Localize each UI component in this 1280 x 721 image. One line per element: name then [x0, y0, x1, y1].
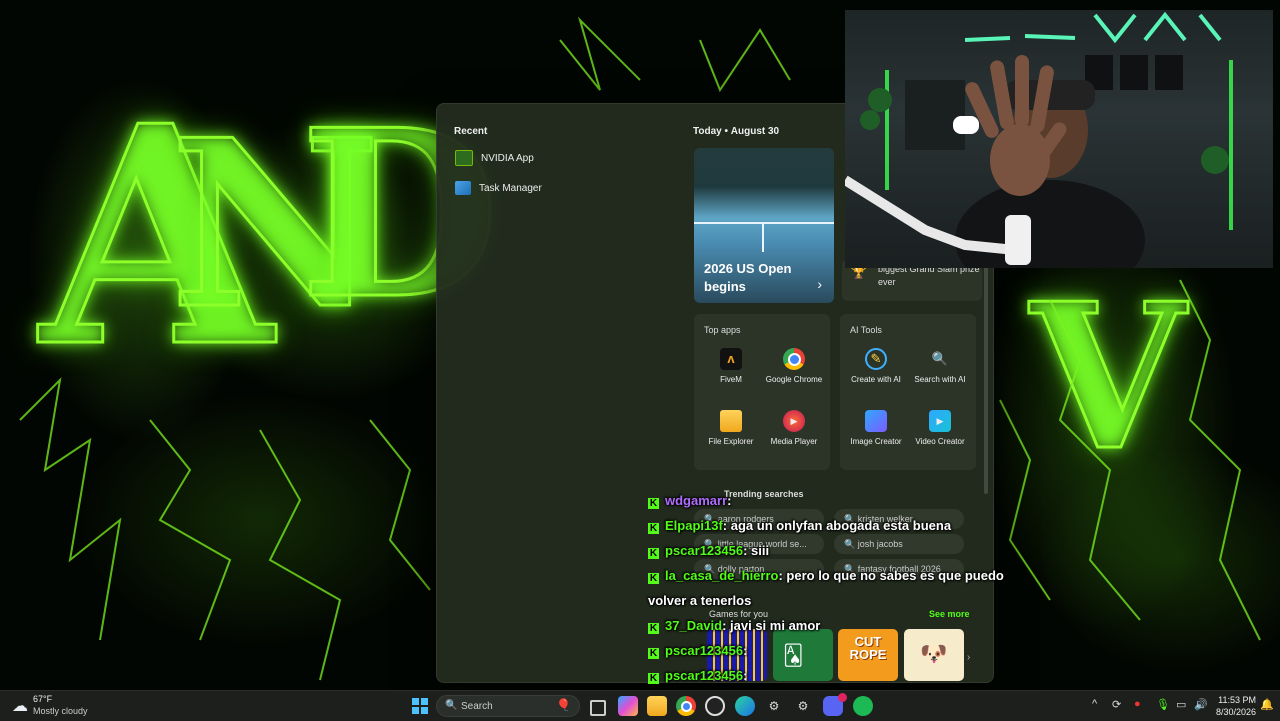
chat-user: pscar123456 — [665, 668, 744, 683]
chrome-icon — [783, 348, 805, 370]
windows-start-icon[interactable] — [410, 696, 430, 716]
volume-icon[interactable]: 🔊 — [1194, 698, 1208, 711]
webcam-overlay — [845, 10, 1273, 268]
taskbar-search[interactable]: 🔍 Search 🎈 — [436, 695, 580, 717]
ai-tools-title: AI Tools — [850, 325, 882, 335]
nvidia-icon — [455, 150, 473, 166]
chevron-up-icon[interactable]: ^ — [1092, 698, 1097, 710]
clock[interactable]: 11:53 PM 8/30/2026 — [1212, 694, 1256, 718]
fivem-icon: ʌ — [720, 348, 742, 370]
chat-user: wdgamarr — [665, 493, 728, 508]
app-tile-file-explorer[interactable]: File Explorer — [699, 410, 763, 447]
court-line — [762, 222, 764, 252]
network-icon[interactable]: ▭ — [1176, 698, 1186, 711]
news-headline: 2026 US Open begins — [704, 261, 792, 294]
recent-title: Recent — [454, 126, 488, 137]
file-explorer-icon[interactable] — [647, 696, 667, 716]
clock-date: 8/30/2026 — [1215, 707, 1256, 717]
weather-temp: 67°F — [33, 694, 53, 704]
image-creator-icon — [865, 410, 887, 432]
notification-badge — [838, 693, 847, 702]
microphone-icon[interactable]: 🎙 — [1156, 698, 1170, 711]
create-ai-icon: ✎ — [865, 348, 887, 370]
kick-icon: K — [648, 548, 659, 559]
media-player-icon: ▶ — [783, 410, 805, 432]
search-ai-icon: 🔍 — [931, 351, 949, 366]
chat-user: la_casa_de_hierro — [665, 568, 779, 583]
video-creator-icon: ▶ — [929, 410, 951, 432]
copilot-icon[interactable] — [618, 696, 638, 716]
today-label: Today • August 30 — [693, 126, 780, 137]
recent-item-nvidia-app[interactable]: NVIDIA App — [455, 146, 655, 170]
task-manager-icon — [455, 181, 471, 195]
chat-message: K Elpapi13f: aga un onlyfan abogada esta … — [648, 513, 1008, 538]
chat-message: K 37_David: javi si mi amor — [648, 613, 1008, 638]
stream-chat: Kwdgamarr: K Elpapi13f: aga un onlyfan ab… — [648, 488, 1008, 713]
chat-user: Elpapi13f — [665, 518, 723, 533]
tray-record-icon[interactable]: ● — [1134, 698, 1141, 710]
chat-text: : siii — [743, 543, 770, 558]
kick-icon: K — [648, 498, 659, 509]
search-icon: 🔍 — [445, 700, 458, 711]
weather-desc: Mostly cloudy — [33, 706, 88, 716]
weather-widget[interactable]: ☁ 67°F Mostly cloudy — [10, 694, 110, 718]
chat-message: Kpscar123456: — [648, 663, 1008, 688]
chat-message: Kpscar123456: siii — [648, 538, 1008, 563]
court-line — [694, 222, 834, 224]
chat-text: : — [743, 643, 748, 658]
kick-icon: K — [648, 623, 659, 634]
app-icon[interactable]: ⚙ — [764, 696, 784, 716]
chat-text: : javi si mi amor — [722, 618, 821, 633]
tray-app-icon[interactable]: ⟳ — [1112, 698, 1121, 711]
chrome-icon[interactable] — [676, 696, 696, 716]
search-placeholder: Search — [461, 701, 493, 712]
app-tile-search-with-ai[interactable]: 🔍 Search with AI — [908, 348, 972, 385]
chat-message: Kla_casa_de_hierro: pero lo que no sabes… — [648, 563, 1008, 613]
news-card-us-open[interactable]: 2026 US Open begins › — [694, 148, 834, 303]
recent-item-label: NVIDIA App — [481, 152, 534, 164]
taskbar: ☁ 67°F Mostly cloudy 🔍 Search 🎈 ⚙ ⚙ ^ ⟳ … — [0, 690, 1280, 721]
top-apps-panel: Top apps ʌ FiveM Google Chrome File Expl… — [694, 314, 830, 470]
chat-message: Kwdgamarr: — [648, 488, 1008, 513]
webcam-scene — [845, 11, 1233, 268]
top-apps-title: Top apps — [704, 325, 741, 335]
app-tile-media-player[interactable]: ▶ Media Player — [762, 410, 826, 447]
obs-icon[interactable] — [705, 696, 725, 716]
recent-item-task-manager[interactable]: Task Manager — [455, 176, 655, 200]
cloud-icon: ☁ — [12, 698, 28, 715]
chat-text: : aga un onlyfan abogada esta buena — [722, 518, 952, 533]
today-date: August 30 — [730, 126, 780, 137]
folder-icon — [720, 410, 742, 432]
app-tile-fivem[interactable]: ʌ FiveM — [699, 348, 763, 385]
chat-message: Kpscar123456: — [648, 638, 1008, 663]
chat-text: : — [743, 668, 748, 683]
chat-text: : — [727, 493, 732, 508]
edge-icon[interactable] — [735, 696, 755, 716]
kick-icon: K — [648, 648, 659, 659]
chat-user: pscar123456 — [665, 643, 744, 658]
settings-icon[interactable]: ⚙ — [793, 696, 813, 716]
spotify-icon[interactable] — [853, 696, 873, 716]
app-tile-image-creator[interactable]: Image Creator — [844, 410, 908, 447]
app-tile-create-with-ai[interactable]: ✎ Create with AI — [844, 348, 908, 385]
task-view-icon[interactable] — [590, 700, 606, 716]
search-highlight-icon: 🎈 — [556, 698, 571, 712]
clock-time: 11:53 PM — [1218, 695, 1256, 705]
chat-user: 37_David — [665, 618, 723, 633]
windows-logo — [412, 698, 428, 714]
recent-item-label: Task Manager — [479, 182, 542, 194]
app-tile-video-creator[interactable]: ▶ Video Creator — [908, 410, 972, 447]
notification-icon[interactable]: 🔔 — [1260, 698, 1274, 711]
kick-icon: K — [648, 523, 659, 534]
app-tile-google-chrome[interactable]: Google Chrome — [762, 348, 826, 385]
chat-user: pscar123456 — [665, 543, 744, 558]
chevron-right-icon: › — [817, 276, 822, 292]
discord-icon[interactable] — [823, 693, 847, 716]
kick-icon: K — [648, 673, 659, 684]
kick-icon: K — [648, 573, 659, 584]
ai-tools-panel: AI Tools ✎ Create with AI 🔍 Search with … — [840, 314, 976, 470]
